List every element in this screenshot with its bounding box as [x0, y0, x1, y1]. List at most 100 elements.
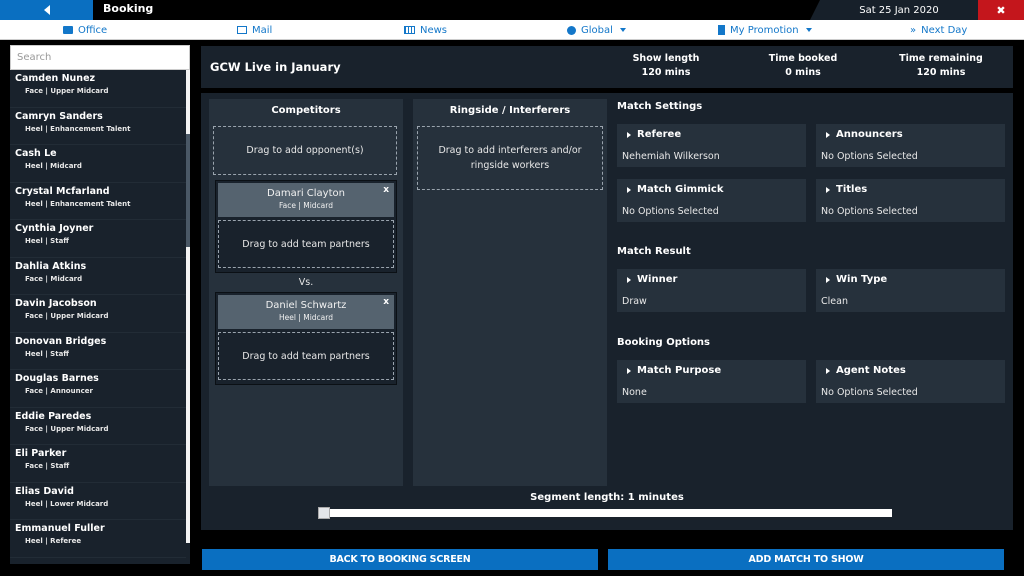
- nav-global-label: Global: [581, 24, 613, 36]
- show-header: GCW Live in January Show length 120 mins…: [201, 46, 1013, 88]
- roster-item[interactable]: Davin Jacobson Face | Upper Midcard: [10, 295, 186, 333]
- add-opponent-dropzone[interactable]: Drag to add opponent(s): [213, 126, 397, 175]
- roster-item[interactable]: Camryn Sanders Heel | Enhancement Talent: [10, 108, 186, 145]
- worker-role: Face | Upper Midcard: [25, 87, 109, 95]
- roster-item[interactable]: Elias David Heel | Lower Midcard: [10, 483, 186, 520]
- stat-value: 0 mins: [785, 67, 821, 78]
- option-win-type[interactable]: Win Type Clean: [816, 269, 1005, 312]
- worker-name: Cash Le: [15, 148, 57, 159]
- worker-role: Heel | Lower Midcard: [25, 499, 109, 508]
- caret-right-icon: [826, 367, 830, 374]
- back-button[interactable]: [0, 0, 93, 20]
- worker-role: Heel | Enhancement Talent: [25, 124, 131, 133]
- building-icon: [718, 25, 725, 35]
- stat-value: 120 mins: [641, 67, 691, 78]
- option-value: No Options Selected: [622, 206, 719, 217]
- worker-role: Heel | Referee: [25, 537, 82, 545]
- scrollbar-thumb[interactable]: [186, 134, 190, 247]
- show-name: GCW Live in January: [210, 60, 341, 74]
- roster-item[interactable]: Cynthia Joyner Heel | Staff: [10, 220, 186, 258]
- worker-name: Emmanuel Fuller: [15, 523, 105, 534]
- nav-office[interactable]: Office: [63, 20, 107, 40]
- match-settings-title: Match Settings: [617, 101, 703, 112]
- nav-bar: Office Mail News Global My Promotion » N…: [0, 20, 1024, 40]
- nav-next-day[interactable]: » Next Day: [910, 20, 967, 40]
- worker-name: Crystal Mcfarland: [15, 185, 110, 197]
- option-match-purpose[interactable]: Match Purpose None: [617, 360, 806, 403]
- match-result-title: Match Result: [617, 246, 691, 257]
- option-referee[interactable]: Referee Nehemiah Wilkerson: [617, 124, 806, 167]
- roster-item[interactable]: Donovan Bridges Heel | Staff: [10, 333, 186, 370]
- stat-label: Time booked: [768, 53, 838, 64]
- roster-item[interactable]: Emmanuel Fuller Heel | Referee: [10, 520, 186, 558]
- nav-mail-label: Mail: [252, 24, 273, 36]
- option-value: No Options Selected: [821, 206, 918, 217]
- top-bar: Booking Sat 25 Jan 2020 ✖: [0, 0, 1024, 20]
- roster-item[interactable]: Douglas Barnes Face | Announcer: [10, 370, 186, 408]
- competitor-card[interactable]: Daniel Schwartz Heel | Midcard x: [218, 295, 394, 329]
- stat-value: 120 mins: [916, 67, 966, 78]
- nav-news[interactable]: News: [404, 20, 447, 40]
- option-value: No Options Selected: [821, 151, 918, 162]
- option-titles[interactable]: Titles No Options Selected: [816, 179, 1005, 222]
- segment-length-slider[interactable]: [322, 509, 892, 517]
- option-value: Draw: [622, 296, 647, 307]
- roster-item[interactable]: Cash Le Heel | Midcard: [10, 145, 186, 183]
- option-label: Agent Notes: [836, 365, 906, 376]
- competitors-title: Competitors: [271, 105, 341, 116]
- roster-item[interactable]: Dahlia Atkins Face | Midcard: [10, 258, 186, 295]
- double-chevron-right-icon: »: [910, 24, 917, 36]
- worker-name: Eddie Paredes: [15, 410, 92, 422]
- worker-name: Douglas Barnes: [15, 373, 99, 384]
- segment-length-label: Segment length: 1 minutes: [530, 492, 684, 503]
- close-button[interactable]: ✖: [978, 0, 1024, 20]
- worker-role: Heel | Enhancement Talent: [25, 199, 131, 208]
- match-builder-panel: Competitors Drag to add opponent(s) Dama…: [201, 93, 1013, 530]
- roster-item[interactable]: Eddie Paredes Face | Upper Midcard: [10, 408, 186, 445]
- competitor-card[interactable]: Damari Clayton Face | Midcard x: [218, 183, 394, 217]
- roster-list: Camden Nunez Face | Upper Midcard Camryn S…: [10, 70, 186, 564]
- globe-icon: [567, 25, 576, 35]
- worker-name: Elias David: [15, 485, 74, 497]
- vs-label: Vs.: [298, 277, 314, 288]
- roster-item[interactable]: Eli Parker Face | Staff: [10, 445, 186, 483]
- option-label: Match Gimmick: [637, 184, 724, 195]
- search-input[interactable]: [10, 45, 190, 70]
- dropzone-text: Drag to add interferers and/or: [438, 145, 582, 156]
- nav-next-day-label: Next Day: [921, 24, 968, 36]
- dropzone-text: ringside workers: [470, 160, 550, 171]
- chevron-down-icon: [805, 28, 812, 32]
- worker-role: Heel | Staff: [25, 237, 69, 245]
- option-value: Nehemiah Wilkerson: [622, 151, 720, 162]
- interferers-dropzone[interactable]: Drag to add interferers and/or ringside …: [417, 126, 603, 190]
- option-label: Announcers: [836, 129, 903, 140]
- team-1: Damari Clayton Face | Midcard x Drag to …: [215, 180, 397, 273]
- option-announcers[interactable]: Announcers No Options Selected: [816, 124, 1005, 167]
- competitors-column: Competitors Drag to add opponent(s) Dama…: [209, 99, 403, 486]
- worker-role: Heel | Midcard: [25, 162, 82, 170]
- page-title: Booking: [103, 2, 154, 15]
- roster-item[interactable]: Camden Nunez Face | Upper Midcard: [10, 70, 186, 108]
- roster-item[interactable]: Crystal Mcfarland Heel | Enhancement Tale…: [10, 183, 186, 220]
- team-partners-dropzone[interactable]: Drag to add team partners: [218, 332, 394, 380]
- option-agent-notes[interactable]: Agent Notes No Options Selected: [816, 360, 1005, 403]
- competitor-role: Heel | Midcard: [279, 313, 333, 322]
- caret-right-icon: [627, 131, 631, 138]
- nav-global[interactable]: Global: [567, 20, 626, 40]
- nav-mail[interactable]: Mail: [237, 20, 272, 40]
- caret-right-icon: [826, 131, 830, 138]
- chevron-down-icon: [619, 28, 626, 32]
- worker-role: Face | Upper Midcard: [25, 312, 109, 320]
- option-match-gimmick[interactable]: Match Gimmick No Options Selected: [617, 179, 806, 222]
- current-date: Sat 25 Jan 2020: [810, 0, 978, 20]
- nav-my-promotion[interactable]: My Promotion: [718, 20, 812, 40]
- option-winner[interactable]: Winner Draw: [617, 269, 806, 312]
- nav-office-label: Office: [78, 24, 108, 36]
- segment-slider-handle[interactable]: [318, 507, 330, 519]
- remove-competitor-icon[interactable]: x: [383, 297, 389, 307]
- remove-competitor-icon[interactable]: x: [383, 185, 389, 195]
- add-match-button[interactable]: ADD MATCH TO SHOW: [608, 549, 1004, 570]
- back-to-booking-button[interactable]: BACK TO BOOKING SCREEN: [202, 549, 598, 570]
- team-partners-dropzone[interactable]: Drag to add team partners: [218, 220, 394, 268]
- ringside-column: Ringside / Interferers Drag to add inter…: [413, 99, 607, 486]
